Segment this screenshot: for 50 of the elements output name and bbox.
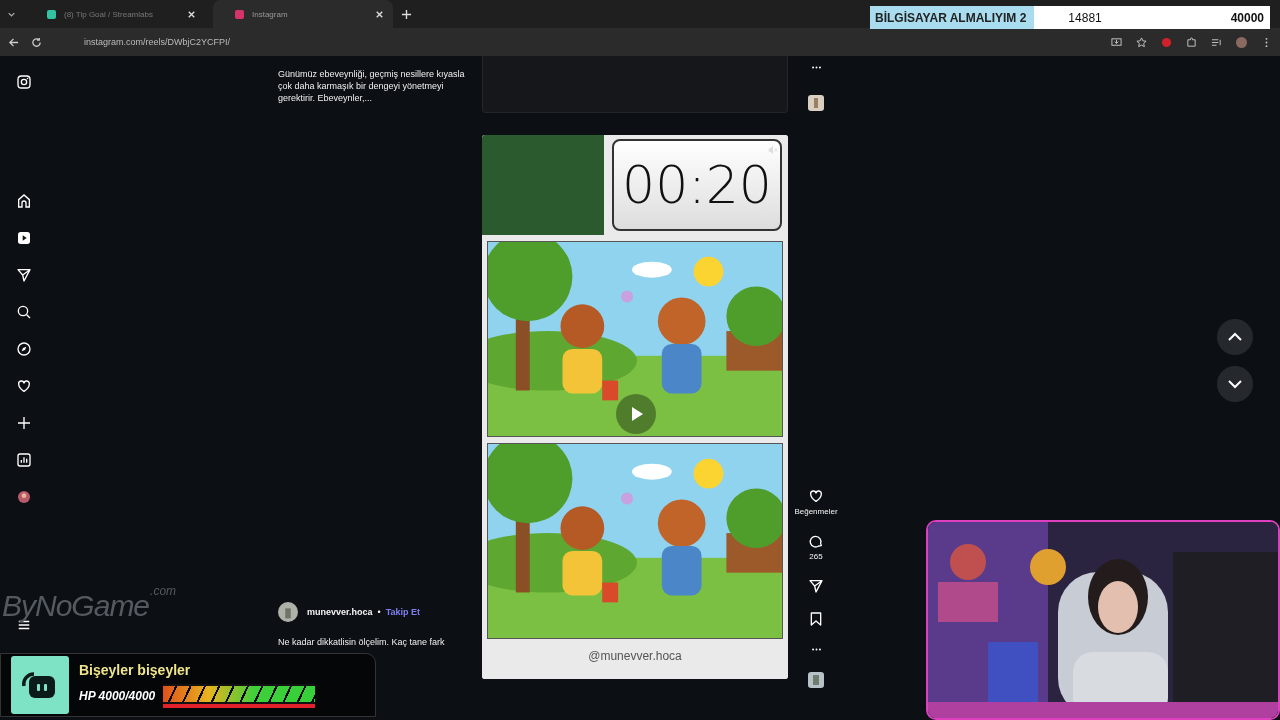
username[interactable]: munevver.hoca [307, 607, 373, 617]
up-button[interactable] [1217, 319, 1253, 355]
extension-icon[interactable] [1161, 36, 1172, 48]
instagram-icon[interactable] [16, 74, 32, 90]
send-icon[interactable] [16, 267, 32, 283]
favicon-icon [235, 9, 244, 19]
browser-tab[interactable]: Instagram [213, 0, 393, 28]
sponsor-logo: ByNoGame [2, 590, 150, 622]
media-icon[interactable] [1211, 36, 1222, 48]
goal-current: 14881 [1068, 10, 1102, 25]
compass-icon[interactable] [16, 341, 32, 357]
streamlabs-icon [11, 656, 69, 714]
comment-count: 265 [809, 552, 823, 561]
search-icon[interactable] [16, 304, 32, 320]
reels-icon[interactable] [16, 230, 32, 246]
comment-icon[interactable] [808, 533, 824, 549]
like-label: Beğenmeler [794, 507, 838, 516]
post-caption: Ne kadar dikkatlisin ölçelim. Kaç tane fark [278, 636, 446, 648]
back-icon[interactable] [8, 36, 19, 48]
home-icon[interactable] [16, 193, 32, 209]
separator-dot: • [377, 607, 381, 617]
play-button[interactable] [616, 394, 656, 434]
down-button[interactable] [1217, 366, 1253, 402]
profile-avatar-icon[interactable] [16, 489, 32, 505]
timer-display: 00:20 [612, 139, 782, 231]
audio-thumbnail-icon[interactable] [808, 95, 824, 111]
goal-title: BİLGİSAYAR ALMALIYIM 2 [870, 6, 1035, 29]
reel-video[interactable]: 00:20 @munevver.hoca [482, 135, 788, 679]
user-avatar-icon[interactable] [278, 602, 298, 622]
address-bar[interactable]: instagram.com/reels/DWbjC2YCFPI/ [84, 37, 231, 47]
like-icon[interactable] [808, 488, 824, 504]
goal-target: 40000 [1230, 10, 1264, 25]
heart-icon[interactable] [16, 378, 32, 394]
favicon-icon [47, 9, 56, 19]
reload-icon[interactable] [31, 36, 42, 48]
avatar-icon[interactable] [1236, 36, 1247, 48]
install-icon[interactable] [1111, 36, 1122, 48]
audio-thumbnail-icon[interactable] [808, 672, 824, 688]
logo-suffix: .com [150, 584, 177, 598]
post-caption: Günümüz ebeveynliği, geçmiş nesillere kıyasla çok daha karmaşık bir dengeyi yönetmeyi gerektirir. Ebeveynler,... [278, 68, 466, 104]
new-tab-icon[interactable] [401, 8, 412, 20]
dashboard-icon[interactable] [16, 452, 32, 468]
browser-tab[interactable]: (8) Tip Goal / Streamlabs [25, 0, 205, 28]
alert-title: Bişeyler bişeyler [79, 662, 192, 678]
plus-icon[interactable] [16, 415, 32, 431]
bookmark-icon[interactable] [808, 611, 824, 627]
star-icon[interactable] [1136, 36, 1147, 48]
send-icon[interactable] [808, 578, 824, 594]
follow-link[interactable]: Takip Et [385, 607, 421, 617]
hp-label: HP 4000/4000 [79, 689, 156, 703]
